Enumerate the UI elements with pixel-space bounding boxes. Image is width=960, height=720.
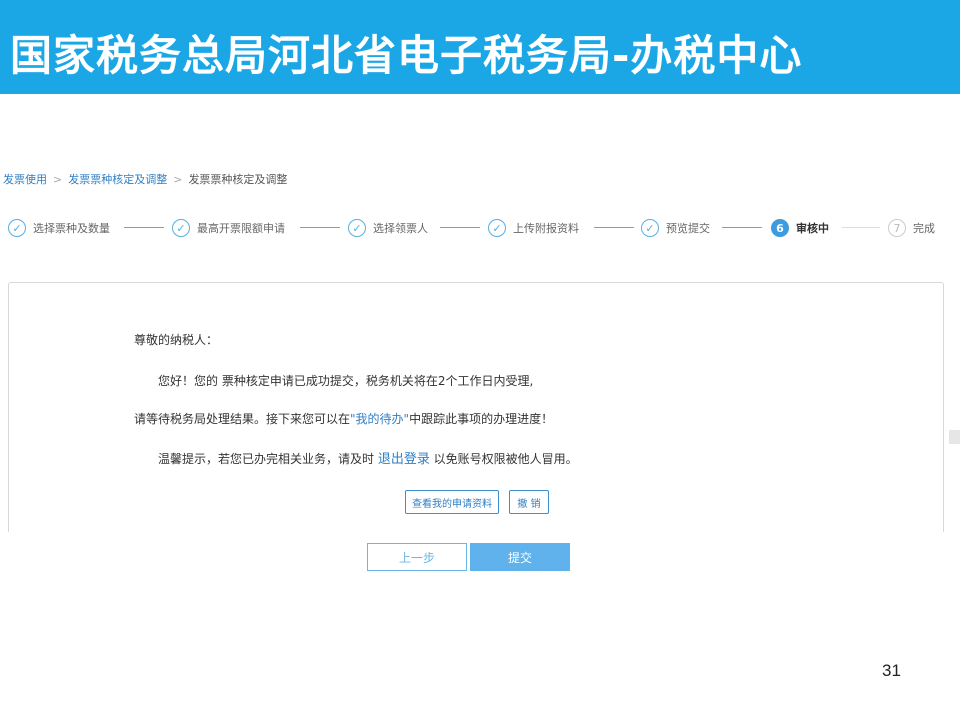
logout-link[interactable]: 退出登录: [378, 452, 430, 467]
step-label: 选择领票人: [373, 222, 428, 235]
submit-button[interactable]: 提交: [470, 543, 570, 571]
step-1: ✓ 选择票种及数量: [8, 214, 110, 242]
step-6: 6 审核中: [771, 214, 829, 242]
step-label: 审核中: [796, 222, 829, 235]
progress-steps: ✓ 选择票种及数量 ✓ 最高开票限额申请 ✓ 选择领票人 ✓ 上传附报资料 ✓ …: [0, 214, 960, 242]
breadcrumb-item-invoice-use[interactable]: 发票使用: [3, 173, 47, 186]
check-icon: ✓: [348, 219, 366, 237]
breadcrumb: 发票使用 > 发票票种核定及调整 > 发票票种核定及调整: [3, 171, 287, 187]
step-2: ✓ 最高开票限额申请: [172, 214, 285, 242]
next-step-prefix: 请等待税务局处理结果。接下来您可以在: [134, 412, 351, 426]
header-banner: 国家税务总局河北省电子税务局-办税中心: [0, 0, 960, 94]
step-7: 7 完成: [888, 214, 935, 242]
my-todo-link[interactable]: "我的待办": [350, 412, 409, 426]
prev-step-button[interactable]: 上一步: [367, 543, 467, 571]
step-label: 上传附报资料: [513, 222, 579, 235]
greeting-text: 尊敬的纳税人：: [134, 333, 219, 347]
step-3: ✓ 选择领票人: [348, 214, 428, 242]
check-icon: ✓: [641, 219, 659, 237]
check-icon: ✓: [488, 219, 506, 237]
breadcrumb-separator: >: [173, 173, 183, 186]
next-step-suffix: 中跟踪此事项的办理进度！: [409, 412, 554, 426]
step-label: 预览提交: [666, 222, 710, 235]
breadcrumb-item-invoice-type-approval[interactable]: 发票票种核定及调整: [68, 173, 167, 186]
check-icon: ✓: [8, 219, 26, 237]
step-label: 完成: [913, 222, 935, 235]
scrollbar-handle[interactable]: [949, 430, 960, 444]
page-title: 国家税务总局河北省电子税务局-办税中心: [10, 31, 803, 80]
next-step-text: 请等待税务局处理结果。接下来您可以在"我的待办"中跟踪此事项的办理进度！: [134, 410, 553, 427]
step-number: 6: [771, 219, 789, 237]
breadcrumb-item-current: 发票票种核定及调整: [188, 173, 288, 186]
step-5: ✓ 预览提交: [641, 214, 710, 242]
step-label: 最高开票限额申请: [197, 222, 285, 235]
submission-success-text: 您好！您的 票种核定申请已成功提交，税务机关将在2个工作日内受理,: [158, 374, 534, 388]
step-label: 选择票种及数量: [33, 222, 110, 235]
view-application-button[interactable]: 查看我的申请资料: [405, 490, 499, 514]
logout-reminder-text: 温馨提示，若您已办完相关业务，请及时 退出登录 以免账号权限被他人冒用。: [158, 448, 578, 467]
page-number: 31: [882, 661, 901, 680]
breadcrumb-separator: >: [53, 173, 63, 186]
reminder-prefix: 温馨提示，若您已办完相关业务，请及时: [158, 452, 378, 466]
step-number: 7: [888, 219, 906, 237]
check-icon: ✓: [172, 219, 190, 237]
reminder-suffix: 以免账号权限被他人冒用。: [429, 452, 578, 466]
step-4: ✓ 上传附报资料: [488, 214, 579, 242]
withdraw-button[interactable]: 撤 销: [509, 490, 549, 514]
